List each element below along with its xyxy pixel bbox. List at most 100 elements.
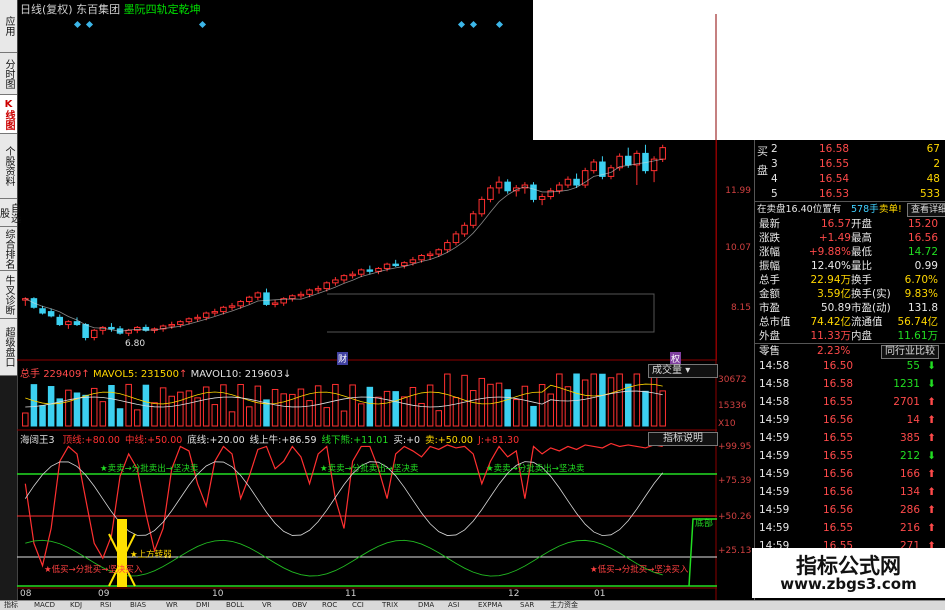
order-book-row[interactable]: 5 16.53 533 (755, 187, 945, 202)
quote-stat-row: 涨跌 +1.49 最高 16.56 (759, 232, 938, 244)
volume-bar (650, 373, 658, 427)
volume-bar (185, 390, 193, 427)
indicator-help-button[interactable]: 指标说明 (648, 432, 718, 446)
left-tab-4[interactable]: 自选股 (0, 199, 20, 227)
candle-body (469, 213, 477, 226)
buy-note: ★低买→分批买→坚决买入 (590, 565, 689, 575)
arrow-down-icon: ⬇ (927, 360, 936, 372)
candle-body (211, 311, 219, 314)
tick-row: 14:59 16.55 216 ⬆ (759, 522, 936, 534)
signal-diamond (495, 20, 504, 29)
left-tab-0[interactable]: 应用 (0, 0, 17, 53)
view-detail-button[interactable]: 查看详细 (907, 203, 945, 217)
tick-row: 14:58 16.55 2701 ⬆ (759, 396, 936, 408)
volume-bar (633, 373, 641, 427)
volume-bar (237, 384, 244, 427)
volume-bar (564, 386, 572, 427)
mid-note: ★上方转弱 (130, 550, 172, 560)
quote-stat-row: 最新 16.57 开盘 15.20 (759, 218, 938, 230)
arrow-up-icon: ⬆ (927, 396, 936, 408)
left-tab-6[interactable]: 牛叉诊断 (0, 271, 17, 319)
candle-body (245, 296, 253, 303)
volume-bar (469, 390, 477, 427)
candle-body (426, 253, 434, 257)
candle-body (332, 279, 339, 284)
volume-bar (547, 393, 554, 427)
candle-body (168, 324, 175, 327)
left-tab-7[interactable]: 超级盘口 (0, 319, 17, 376)
signal-diamond (85, 20, 94, 29)
indicator-value: 线下熊:+11.01 (321, 435, 389, 446)
candle-body (409, 259, 417, 264)
arrow-up-icon: ⬆ (927, 468, 936, 480)
date-tick: 11 (345, 589, 357, 599)
candle-body (383, 263, 391, 269)
left-tab-3[interactable]: 个股资料 (0, 134, 17, 199)
indicator-value: 卖:+50.00 (425, 435, 473, 446)
candle-body (504, 181, 511, 192)
volume-bar (134, 409, 141, 427)
candle-body (564, 178, 572, 186)
volume-bar (47, 386, 55, 427)
indicator-value: 买:+0 (393, 435, 421, 446)
quote-stat-row: 振幅 12.40% 量比 0.99 (759, 260, 938, 272)
candle-body (228, 305, 236, 308)
candle-body (461, 224, 468, 235)
signal-diamond (469, 20, 478, 29)
volume-bar (65, 389, 72, 427)
candle-body (65, 321, 72, 326)
price-tick: 8.15 (730, 303, 751, 313)
frame-line (327, 293, 655, 333)
order-book-row[interactable]: 2 16.58 67 (755, 142, 945, 157)
volume-bar (616, 373, 623, 427)
candle-body (237, 301, 244, 307)
candle-body (573, 178, 580, 186)
volume-bar (383, 390, 391, 427)
sell-note: ★卖卖→分批卖出→坚决卖 (320, 464, 419, 474)
order-book-row[interactable]: 4 16.54 48 (755, 172, 945, 187)
left-tab-2[interactable]: K线图 (0, 95, 17, 134)
signal-diamond (457, 20, 466, 29)
quote-stat-row: 外盘 11.33万 内盘 11.61万 (759, 330, 938, 342)
event-marker-finance[interactable]: 财 (337, 352, 349, 365)
volume-bar (323, 407, 331, 427)
candle-body (375, 267, 382, 272)
volume-tab-button[interactable]: 成交量 ▾ (648, 364, 718, 378)
candle-body (194, 316, 201, 320)
volume-bar (349, 384, 356, 427)
candle-body (340, 275, 348, 281)
candle-body (220, 306, 227, 313)
volume-bar (590, 373, 598, 427)
tick-row: 14:59 16.56 14 ⬆ (759, 414, 936, 426)
volume-bar (125, 383, 132, 427)
candle-body (314, 288, 322, 291)
kline-chart[interactable] (17, 14, 717, 600)
arrow-up-icon: ⬆ (927, 504, 936, 516)
candle-body (90, 329, 98, 338)
volume-bar (478, 377, 486, 427)
candle-body (271, 302, 279, 305)
candle-body (177, 321, 184, 326)
candle-body (590, 161, 598, 172)
quote-stat-row: 涨幅 +9.88% 最低 14.72 (759, 246, 938, 258)
order-book-row[interactable]: 3 16.55 2 (755, 157, 945, 172)
volume-bar (642, 390, 649, 427)
volume-bar (254, 385, 262, 427)
industry-compare-button[interactable]: 同行业比较 (881, 345, 939, 359)
date-tick: 12 (508, 589, 520, 599)
volume-bar (624, 383, 632, 427)
volume-bar (504, 389, 511, 427)
left-tab-5[interactable]: 综合排名 (0, 227, 17, 271)
date-tick: 01 (594, 589, 606, 599)
pending-order-bar[interactable]: 在卖盘16.40位置有 578手 卖单! 查看详细 (755, 201, 945, 217)
arrow-down-icon: ⬇ (927, 450, 936, 462)
candle-body (289, 295, 296, 300)
tick-row: 14:59 16.55 385 ⬆ (759, 432, 936, 444)
sell-note: ★卖卖→分批卖出→坚决卖 (486, 464, 585, 474)
buy-note: ★低买→分批买→坚决买入 (44, 565, 143, 575)
candle-body (530, 184, 537, 200)
volume-bar (340, 410, 348, 427)
left-tab-1[interactable]: 分时图 (0, 53, 17, 95)
volume-bar (280, 393, 287, 427)
candle-body (47, 311, 55, 317)
